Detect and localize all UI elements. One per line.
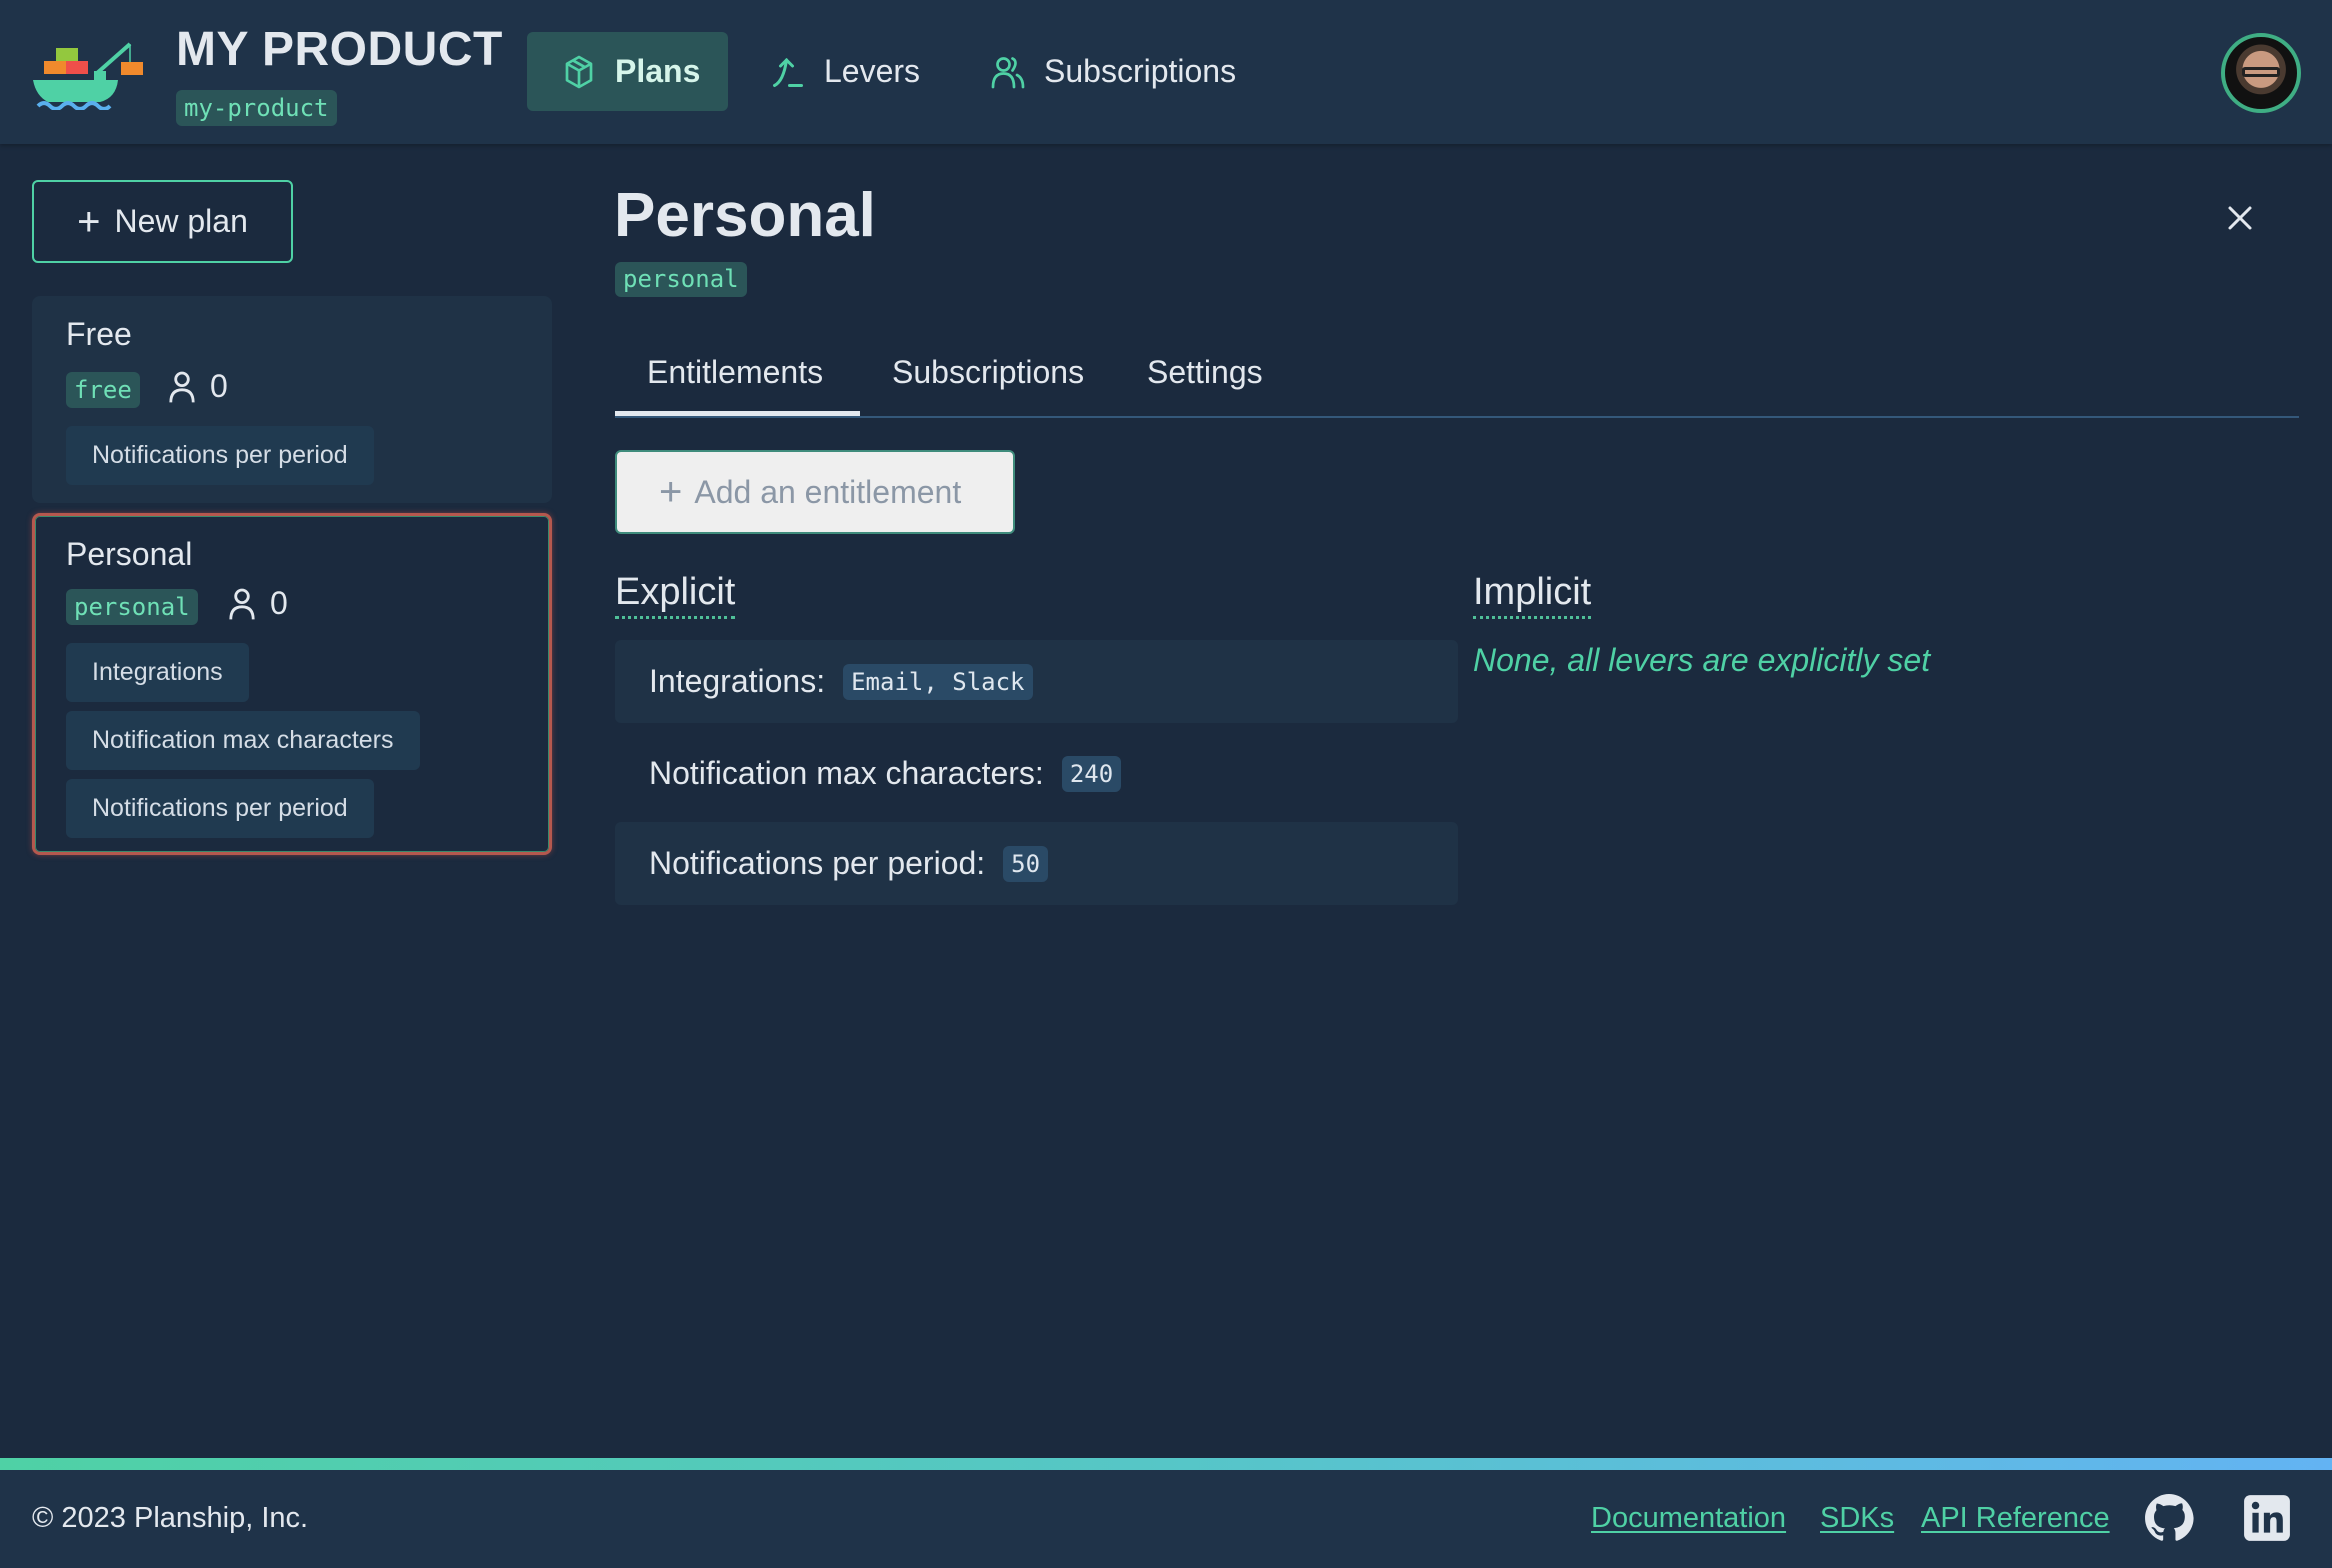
tab-subscriptions[interactable]: Subscriptions [860,340,1116,416]
close-icon[interactable] [2220,198,2260,238]
nav-plans[interactable]: Plans [527,32,728,111]
nav-levers[interactable]: Levers [770,32,920,111]
plus-icon: + [77,199,101,244]
entitlement-value: Email, Slack [843,663,1033,700]
plan-lever-chip: Notification max characters [66,711,420,770]
entitlement-label: Notification max characters: [649,755,1044,791]
user-icon [229,588,255,619]
subscriber-count: 0 [270,585,288,621]
ship-logo-icon[interactable] [30,34,148,110]
plan-key-badge: personal [66,589,198,625]
implicit-heading: Implicit [1473,570,1592,619]
plan-card-personal[interactable]: Personal personal 0 Integrations Notific… [32,513,552,855]
plan-key-badge: free [66,372,140,408]
add-entitlement-label: Add an entitlement [694,473,962,510]
entitlement-row: Notifications per period: 50 [615,822,1458,905]
user-avatar[interactable] [2221,33,2301,113]
copyright-text: © 2023 Planship, Inc. [32,1502,309,1534]
nav-levers-label: Levers [824,53,921,89]
plan-card-free[interactable]: Free free 0 Notifications per period [32,296,552,503]
plan-key-badge: personal [615,262,747,297]
plan-title: Personal [614,181,876,250]
plan-tabs: Entitlements Subscriptions Settings [615,340,2299,418]
lever-icon [773,57,803,87]
linkedin-icon[interactable] [2242,1493,2292,1543]
entitlement-value: 240 [1061,755,1122,792]
subscriber-count: 0 [210,368,228,404]
new-plan-button[interactable]: + New plan [32,180,293,263]
cube-icon [565,55,593,88]
product-slug-badge: my-product [176,90,337,126]
avatar-glasses [2242,67,2280,77]
entitlement-row: Integrations: Email, Slack [615,640,1458,723]
users-icon [991,56,1025,88]
product-title: MY PRODUCT [176,23,503,76]
footer-gradient-bar [0,1458,2332,1470]
tab-settings[interactable]: Settings [1115,340,1295,416]
tab-entitlements[interactable]: Entitlements [615,340,860,416]
implicit-empty-note: None, all levers are explicitly set [1473,642,1931,678]
entitlement-label: Notifications per period: [649,845,986,881]
nav-subscriptions[interactable]: Subscriptions [990,32,1236,111]
plus-icon: + [659,469,683,514]
add-entitlement-button[interactable]: + Add an entitlement [615,450,1015,534]
new-plan-label: New plan [114,203,248,239]
sdks-link[interactable]: SDKs [1820,1502,1894,1535]
github-icon[interactable] [2144,1493,2194,1543]
explicit-heading: Explicit [615,570,736,619]
nav-subscriptions-label: Subscriptions [1044,53,1237,89]
plan-subscriber-count: 0 [168,368,228,405]
api-reference-link[interactable]: API Reference [1921,1502,2110,1535]
footer: © 2023 Planship, Inc. Documentation SDKs… [0,1470,2332,1568]
nav-plans-label: Plans [615,53,701,89]
plan-lever-chip: Integrations [66,643,249,702]
user-icon [169,371,195,402]
entitlement-value: 50 [1003,845,1049,882]
documentation-link[interactable]: Documentation [1591,1502,1786,1535]
entitlement-row: Notification max characters: 240 [615,732,1458,815]
plan-lever-chip: Notifications per period [66,779,374,838]
plan-name: Personal [66,536,193,572]
entitlement-label: Integrations: [649,663,826,699]
plan-lever-chip: Notifications per period [66,426,374,485]
top-nav-bar: MY PRODUCT my-product Plans Levers Subsc… [0,0,2332,144]
plan-name: Free [66,316,132,352]
plan-subscriber-count: 0 [228,585,288,622]
